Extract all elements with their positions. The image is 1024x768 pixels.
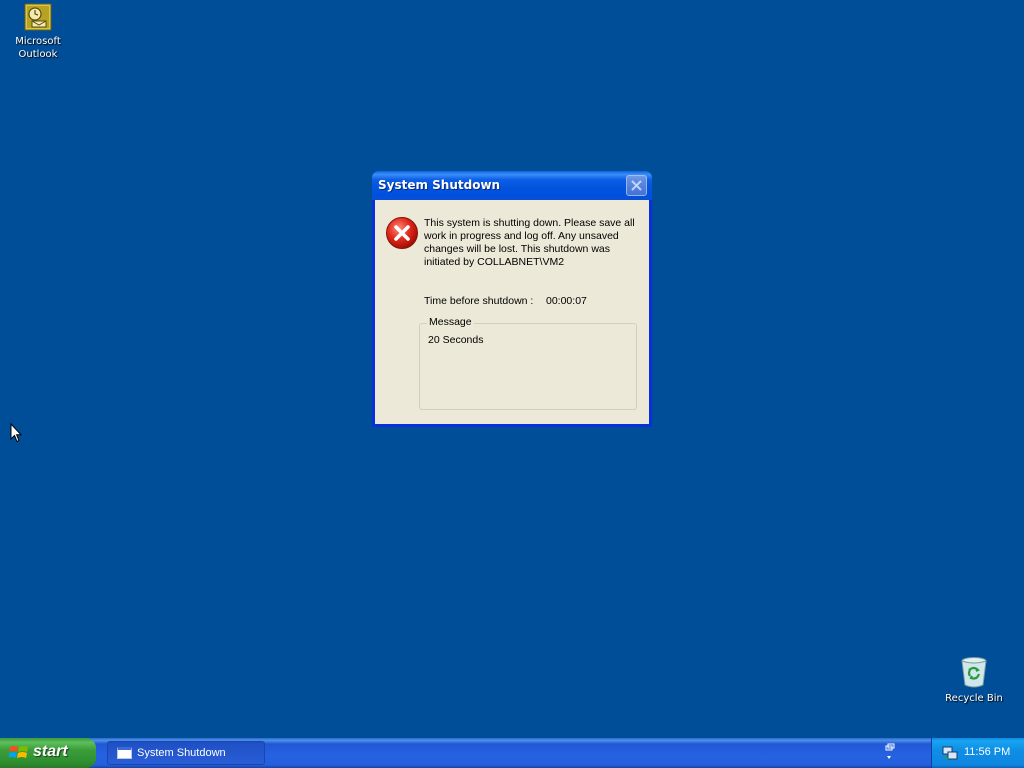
message-groupbox: Message 20 Seconds xyxy=(419,316,637,410)
system-tray: 11:56 PM xyxy=(931,738,1024,768)
shutdown-message: This system is shutting down. Please sav… xyxy=(424,217,635,268)
dialog-title: System Shutdown xyxy=(378,178,501,192)
system-shutdown-dialog: System Shutdown This system is shutting … xyxy=(372,171,652,427)
dialog-titlebar[interactable]: System Shutdown xyxy=(372,171,652,200)
outlook-icon xyxy=(24,3,52,31)
window-icon xyxy=(117,747,132,759)
taskbar-item-system-shutdown[interactable]: System Shutdown xyxy=(107,741,265,765)
close-button[interactable] xyxy=(626,175,647,196)
recycle-bin-icon xyxy=(961,657,987,688)
timer-label: Time before shutdown : xyxy=(424,295,534,307)
timer-value: 00:00:07 xyxy=(546,295,587,307)
start-button[interactable]: start xyxy=(0,738,96,768)
mouse-cursor-icon xyxy=(10,423,22,443)
desktop-icon-label: Microsoft Outlook xyxy=(15,36,61,60)
desktop-icon-recycle-bin[interactable]: Recycle Bin xyxy=(936,656,1012,705)
message-text: 20 Seconds xyxy=(428,334,484,346)
clock[interactable]: 11:56 PM xyxy=(964,746,1010,758)
network-icon[interactable] xyxy=(942,745,958,761)
taskbar-item-label: System Shutdown xyxy=(137,747,226,759)
taskbar: start System Shutdown 11:56 PM xyxy=(0,738,1024,768)
windows-logo-icon xyxy=(9,746,28,758)
toolbar-toggle-icon[interactable] xyxy=(882,742,896,764)
desktop-icon-label: Recycle Bin xyxy=(945,693,1003,704)
start-label: start xyxy=(33,743,68,760)
error-icon xyxy=(386,217,418,249)
desktop-icon-outlook[interactable]: Microsoft Outlook xyxy=(0,3,76,61)
close-icon xyxy=(631,180,642,191)
desktop: Microsoft Outlook Recycle Bin System Shu… xyxy=(0,0,1024,738)
message-group-label: Message xyxy=(427,316,474,328)
